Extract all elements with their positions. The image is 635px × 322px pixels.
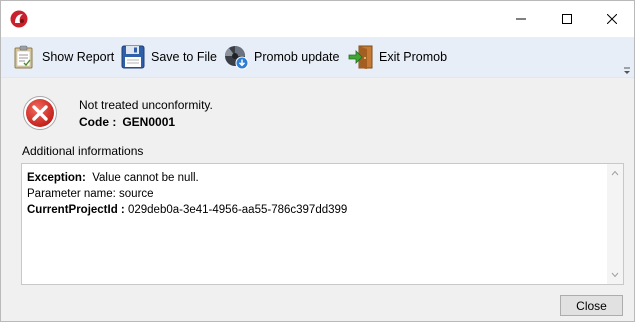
vertical-scrollbar[interactable]	[607, 164, 623, 284]
project-id-label: CurrentProjectId :	[27, 204, 125, 216]
error-message: Not treated unconformity.	[79, 98, 213, 112]
maximize-button[interactable]	[544, 1, 590, 37]
show-report-label: Show Report	[42, 50, 115, 64]
parameter-line: Parameter name: source	[27, 188, 154, 200]
exit-promob-button[interactable]: Exit Promob	[348, 41, 447, 73]
exception-text: Value cannot be null.	[92, 172, 199, 184]
error-x-icon	[23, 96, 57, 130]
promob-update-label: Promob update	[254, 50, 340, 64]
project-id-value: 029deb0a-3e41-4956-aa55-786c397dd399	[127, 204, 348, 216]
save-to-file-button[interactable]: Save to File	[120, 41, 217, 73]
show-report-button[interactable]: Show Report	[11, 41, 114, 73]
additional-info-textbox[interactable]: Exception: Value cannot be null. Paramet…	[21, 163, 624, 285]
exception-label: Exception:	[27, 172, 86, 184]
minimize-icon	[516, 18, 526, 20]
floppy-disk-icon	[121, 45, 145, 69]
code-value: GEN0001	[122, 115, 176, 129]
promob-logo-icon	[10, 10, 28, 28]
additional-info-content: Exception: Value cannot be null. Paramet…	[27, 170, 347, 218]
additional-info-label: Additional informations	[22, 144, 144, 158]
title-bar[interactable]	[1, 1, 634, 37]
error-code: Code : GEN0001	[79, 115, 175, 129]
error-dialog-window: Show Report Save to File Promob update E…	[0, 0, 635, 322]
maximize-icon	[562, 14, 572, 24]
scroll-up-icon[interactable]	[611, 169, 619, 177]
promob-update-button[interactable]: Promob update	[223, 41, 339, 73]
scroll-down-icon[interactable]	[611, 271, 619, 279]
exit-door-icon	[348, 45, 373, 69]
save-to-file-label: Save to File	[151, 50, 218, 64]
close-button[interactable]: Close	[560, 295, 623, 316]
project-id-line: CurrentProjectId : 029deb0a-3e41-4956-aa…	[27, 202, 347, 218]
update-download-icon	[225, 46, 249, 70]
close-window-button[interactable]	[589, 1, 634, 37]
toolbar: Show Report Save to File Promob update E…	[1, 37, 634, 78]
code-label: Code :	[79, 115, 117, 129]
close-icon	[607, 14, 617, 24]
overflow-chevron-icon[interactable]	[622, 65, 632, 75]
exception-line: Exception: Value cannot be null.	[27, 170, 347, 186]
exit-promob-label: Exit Promob	[379, 50, 448, 64]
minimize-button[interactable]	[498, 1, 544, 37]
report-clipboard-icon	[14, 45, 33, 69]
